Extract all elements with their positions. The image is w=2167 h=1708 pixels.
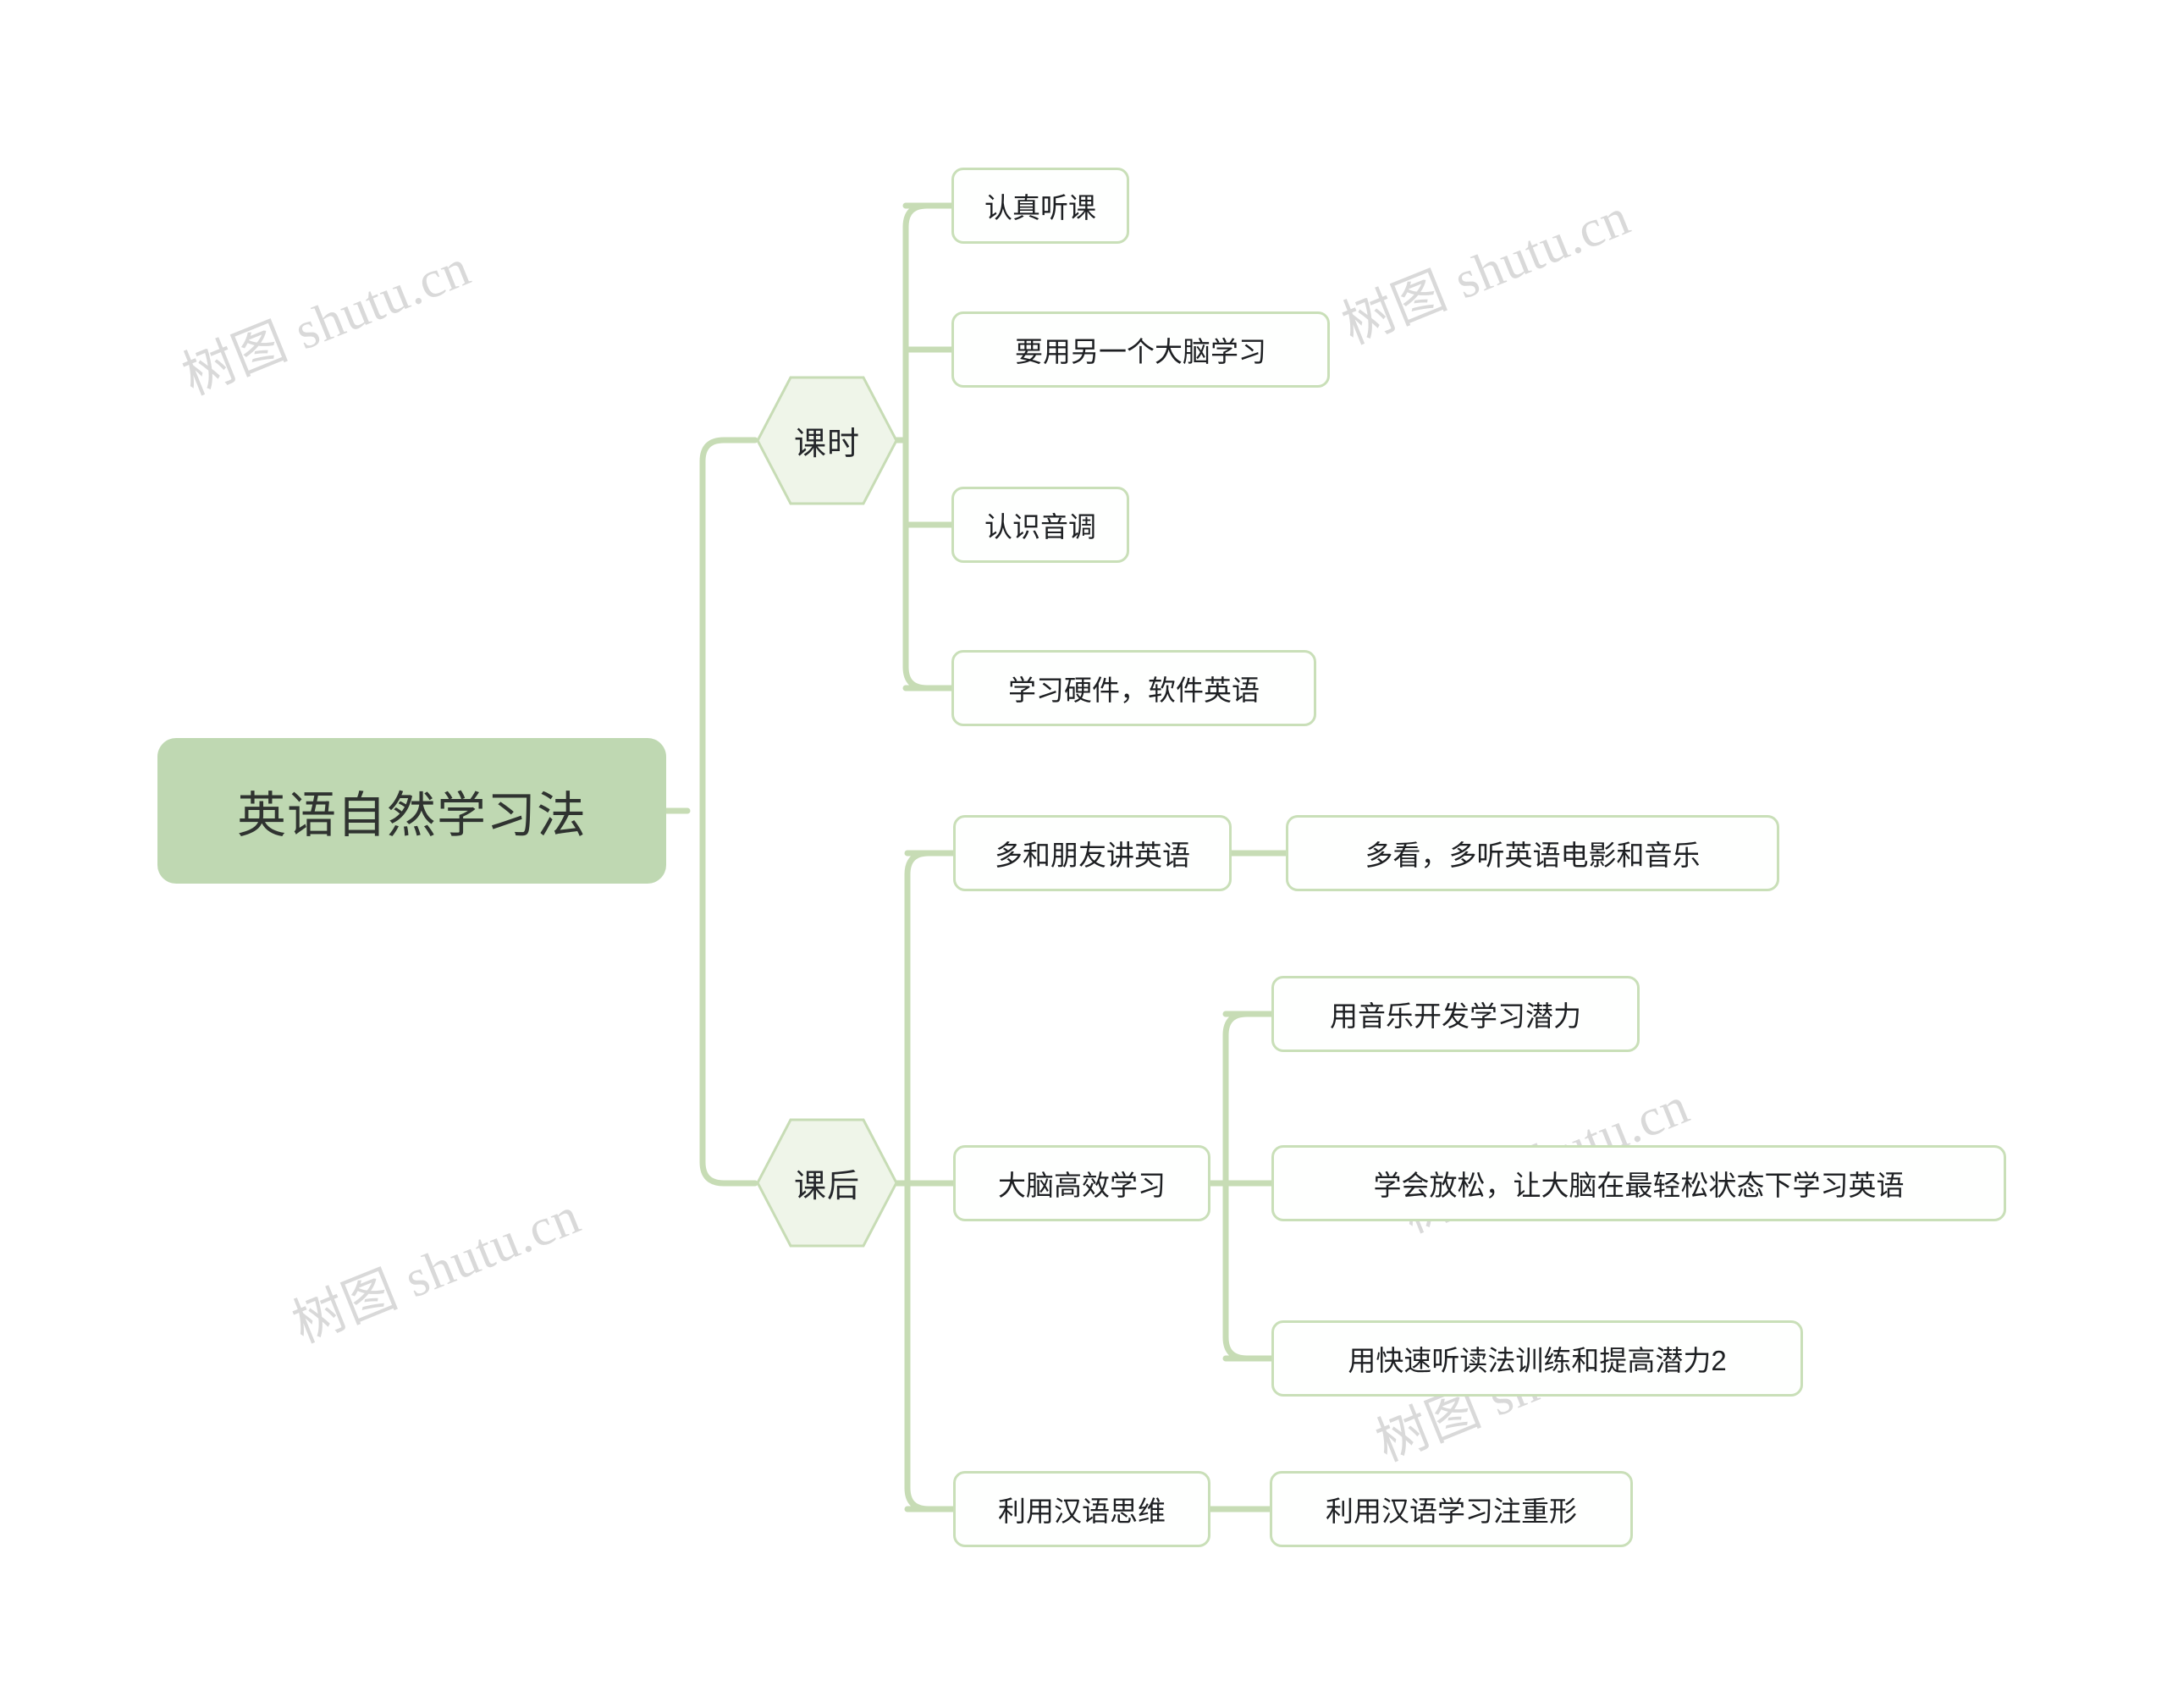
leaf-node-label: 要用另一个大脑学习	[1015, 336, 1266, 367]
root-node[interactable]: 英语自然学习法	[157, 738, 666, 884]
root-node-label: 英语自然学习法	[236, 788, 587, 843]
leaf-node-label: 认真听课	[984, 192, 1096, 223]
leaf-node[interactable]: 利用汉语思维	[953, 1471, 1210, 1547]
branch-node-label: 课后	[793, 1169, 860, 1204]
leaf-node-label: 多和朋友讲英语	[995, 840, 1190, 871]
leaf-node-label: 用音乐开发学习潜力	[1330, 1000, 1581, 1032]
connector-trunk-down	[699, 807, 758, 1187]
branch-node-keshi[interactable]: 课时	[755, 375, 899, 506]
mindmap-canvas: 树图 shutu.cn 树图 shutu.cn 树图 shutu.cn 树图 s…	[0, 0, 2167, 1708]
leaf-node[interactable]: 学习硬件，软件英语	[951, 650, 1316, 726]
leaf-node[interactable]: 学会放松，让大脑在最轻松状态下学习英语	[1271, 1145, 2006, 1221]
leaf-node[interactable]: 要用另一个大脑学习	[951, 311, 1330, 388]
leaf-node[interactable]: 利用汉语学习注重形	[1270, 1471, 1633, 1547]
watermark-text: 树图 shutu.cn	[174, 239, 478, 406]
leaf-node[interactable]: 用音乐开发学习潜力	[1271, 976, 1640, 1052]
leaf-node[interactable]: 多和朋友讲英语	[953, 815, 1232, 891]
leaf-node-label: 学会放松，让大脑在最轻松状态下学习英语	[1373, 1170, 1905, 1201]
leaf-node-label: 利用汉语思维	[998, 1496, 1166, 1527]
connector-l3-b-spine	[1222, 1011, 1250, 1362]
leaf-node[interactable]: 认识音调	[951, 487, 1129, 563]
leaf-node[interactable]: 用快速听读法训练和提高潜力2	[1271, 1320, 1803, 1397]
leaf-node-label: 用快速听读法训练和提高潜力2	[1348, 1345, 1727, 1376]
watermark-text: 树图 shutu.cn	[1334, 188, 1638, 355]
branch-node-label: 课时	[793, 427, 860, 462]
branch-node-kehou[interactable]: 课后	[755, 1117, 899, 1248]
leaf-node-label: 学习硬件，软件英语	[1008, 675, 1260, 706]
connector-branch1-spine	[902, 202, 930, 691]
watermark-text: 树图 shutu.cn	[284, 1187, 588, 1354]
leaf-node-label: 利用汉语学习注重形	[1326, 1496, 1577, 1527]
leaf-node-label: 认识音调	[984, 511, 1096, 543]
leaf-node[interactable]: 大脑高效学习	[953, 1145, 1210, 1221]
leaf-node-label: 大脑高效学习	[998, 1170, 1166, 1201]
connector-branch2-spine	[904, 850, 932, 1512]
connector-trunk-up	[699, 437, 758, 814]
leaf-node[interactable]: 多看，多听英语电影和音乐	[1286, 815, 1779, 891]
leaf-node[interactable]: 认真听课	[951, 168, 1129, 244]
leaf-node-label: 多看，多听英语电影和音乐	[1365, 840, 1701, 871]
